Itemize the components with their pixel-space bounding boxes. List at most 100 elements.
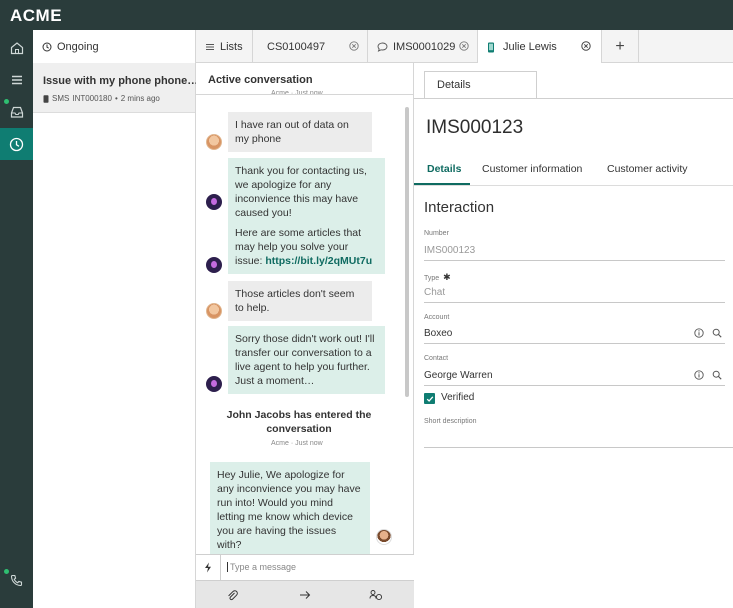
field-underline: [424, 260, 725, 261]
short-description-field[interactable]: [424, 431, 725, 445]
tab-label: CS0100497: [267, 40, 326, 53]
add-icon: +: [615, 37, 625, 55]
type-label-text: Type: [424, 275, 440, 282]
tab-label: IMS0001029: [393, 40, 456, 53]
send-icon[interactable]: [297, 587, 313, 603]
composer-actions: [196, 581, 414, 608]
info-icon[interactable]: [694, 370, 704, 380]
article-link[interactable]: https://bit.ly/2qMUt7u: [265, 255, 372, 267]
verified-checkbox[interactable]: [424, 393, 435, 404]
field-underline: [424, 302, 725, 303]
ongoing-list: Issue with my phone phone… SMS INT000180…: [33, 63, 199, 608]
phone-icon[interactable]: [0, 564, 33, 596]
message-composer: Type a message: [196, 554, 414, 581]
account-field[interactable]: Boxeo: [424, 328, 452, 339]
tab-ongoing[interactable]: Ongoing: [33, 30, 196, 63]
tab-lists[interactable]: Lists: [196, 30, 253, 63]
type-field[interactable]: Chat: [424, 287, 445, 298]
record-id: IMS000123: [426, 117, 524, 138]
list-item[interactable]: Issue with my phone phone… SMS INT000180…: [33, 63, 199, 113]
contact-field-icons: [694, 370, 722, 380]
close-icon[interactable]: [581, 41, 591, 51]
quick-action-button[interactable]: [196, 555, 221, 580]
attach-icon[interactable]: [224, 587, 240, 603]
left-rail: [0, 30, 33, 608]
account-label: Account: [424, 314, 450, 321]
system-event-meta: Acme · Just now: [271, 440, 323, 447]
conversation-scrollbar[interactable]: [404, 97, 410, 549]
conversation-pane: Active conversation Acme · Just now I ha…: [196, 63, 414, 608]
type-label: Type ✱: [424, 272, 451, 283]
app-brand: ACME: [10, 6, 63, 25]
close-icon[interactable]: [459, 41, 469, 51]
bot-avatar: [206, 376, 222, 392]
tab-julie-lewis[interactable]: Julie Lewis: [478, 30, 602, 64]
message-bubble: Those articles don't seem to help.: [228, 281, 372, 321]
short-description-label: Short description: [424, 418, 477, 425]
contact-label: Contact: [424, 355, 449, 362]
customer-avatar: [206, 303, 222, 319]
lightning-icon: [205, 562, 211, 573]
details-pane: Details IMS000123 Details Customer infor…: [414, 63, 733, 608]
separator: •: [114, 94, 118, 103]
contact-field[interactable]: George Warren: [424, 370, 493, 381]
workspace-tab-bar: Ongoing Lists CS0100497 IMS0001029 Julie…: [33, 30, 733, 64]
tab-cs0100497[interactable]: CS0100497: [253, 30, 368, 63]
item-age: 2 mins ago: [120, 94, 160, 103]
transfer-icon[interactable]: [368, 587, 384, 603]
subtab-customer-information[interactable]: Customer information: [482, 163, 582, 175]
customer-avatar: [206, 134, 222, 150]
clock-icon: [42, 42, 52, 51]
clock-icon[interactable]: [0, 128, 33, 160]
mobile-icon: [43, 94, 49, 103]
message-bubble: I have ran out of data on my phone: [228, 112, 372, 152]
agent-avatar: [376, 529, 392, 545]
bot-avatar: [206, 194, 222, 210]
check-icon: [426, 395, 433, 402]
section-title: Interaction: [424, 199, 495, 216]
tab-label: Ongoing: [57, 40, 99, 53]
system-event: John Jacobs has entered the conversation: [226, 409, 372, 435]
message-input[interactable]: Type a message: [227, 562, 296, 572]
divider: [196, 94, 414, 95]
search-icon[interactable]: [712, 370, 722, 380]
required-mark: ✱: [443, 272, 451, 282]
account-field-icons: [694, 328, 722, 338]
tab-label: Julie Lewis: [503, 41, 557, 53]
message-bubble: Sorry those didn't work out! I'll transf…: [228, 326, 385, 394]
tab-ims0001029[interactable]: IMS0001029: [368, 30, 478, 63]
subtab-details[interactable]: Details: [427, 163, 461, 175]
message-bubble: Here are some articles that may help you…: [228, 220, 385, 274]
info-icon[interactable]: [694, 328, 704, 338]
field-underline: [424, 343, 725, 344]
home-icon[interactable]: [0, 32, 33, 64]
subtab-customer-activity[interactable]: Customer activity: [607, 163, 688, 175]
add-tab-button[interactable]: +: [602, 30, 639, 63]
tab-label: Lists: [220, 40, 243, 53]
list-item-meta: SMS INT000180 • 2 mins ago: [43, 94, 163, 103]
chat-icon: [377, 42, 388, 52]
field-underline: [424, 447, 733, 448]
scrollbar-thumb[interactable]: [405, 107, 409, 397]
inbox-icon[interactable]: [0, 96, 33, 128]
divider: [414, 185, 733, 186]
search-icon[interactable]: [712, 328, 722, 338]
field-underline: [424, 385, 725, 386]
list-item-title: Issue with my phone phone…: [43, 75, 199, 87]
top-bar: ACME: [0, 0, 733, 30]
message-bubble: Hey Julie, We apologize for any inconvie…: [210, 462, 370, 558]
close-icon[interactable]: [349, 41, 359, 51]
bot-avatar: [206, 257, 222, 273]
verified-label: Verified: [441, 392, 475, 403]
list-icon: [206, 43, 214, 50]
list-icon[interactable]: [0, 64, 33, 96]
interaction-number: INT000180: [72, 94, 112, 103]
tab-details[interactable]: Details: [424, 71, 537, 99]
message-bubble: Thank you for contacting us, we apologiz…: [228, 158, 385, 226]
conversation-title: Active conversation: [208, 74, 313, 86]
divider: [414, 98, 733, 99]
mobile-icon: [488, 42, 494, 52]
number-field: IMS000123: [424, 245, 476, 256]
channel-label: SMS: [52, 94, 70, 103]
number-label: Number: [424, 230, 449, 237]
